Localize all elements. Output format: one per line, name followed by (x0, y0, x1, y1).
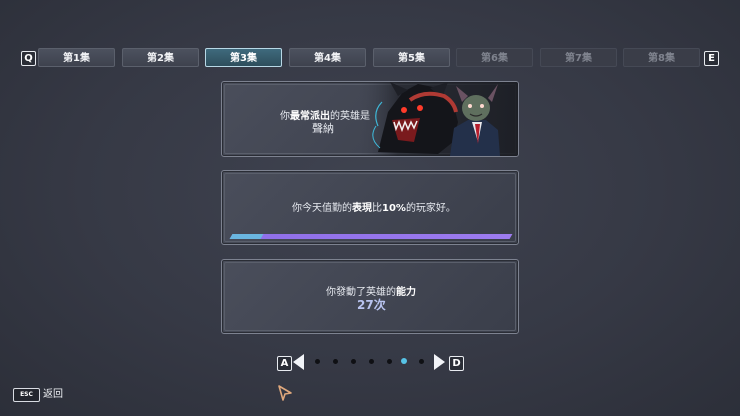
hero-portrait-image (358, 82, 518, 156)
back-label: 返回 (43, 389, 63, 400)
prev-page-key[interactable]: A (277, 356, 292, 371)
hero-name: 聲納 (312, 122, 334, 135)
ability-usage-card: 你發動了英雄的能力 27次 (221, 259, 519, 334)
tab-episode-7[interactable]: 第7集 (540, 48, 617, 67)
ability-usage-count: 27次 (357, 298, 386, 312)
prev-episode-key[interactable]: Q (21, 51, 36, 66)
prev-page-arrow-icon[interactable] (293, 354, 305, 370)
page-indicator (310, 358, 430, 366)
tab-episode-6[interactable]: 第6集 (456, 48, 533, 67)
page-dot-5[interactable] (387, 359, 392, 364)
tab-episode-5[interactable]: 第5集 (373, 48, 450, 67)
next-episode-key[interactable]: E (704, 51, 719, 66)
tab-episode-8[interactable]: 第8集 (623, 48, 700, 67)
tab-episode-4[interactable]: 第4集 (289, 48, 366, 67)
esc-key-icon: ESC (13, 388, 40, 402)
tab-episode-2[interactable]: 第2集 (122, 48, 199, 67)
next-page-key[interactable]: D (449, 356, 464, 371)
performance-progress-bar (229, 234, 513, 239)
page-dot-7[interactable] (419, 359, 424, 364)
next-page-arrow-icon[interactable] (433, 354, 445, 370)
page-dot-3[interactable] (351, 359, 356, 364)
performance-progress-fill (229, 234, 513, 239)
page-dot-1[interactable] (315, 359, 320, 364)
most-deployed-hero-card: 你最常派出的英雄是 聲納 (221, 81, 519, 157)
page-dot-6[interactable] (401, 358, 407, 364)
cursor-icon (278, 385, 292, 401)
page-dot-4[interactable] (369, 359, 374, 364)
page-dot-2[interactable] (333, 359, 338, 364)
performance-text: 你今天值勤的表現比10%的玩家好。 (292, 203, 456, 214)
tab-episode-1[interactable]: 第1集 (38, 48, 115, 67)
performance-card: 你今天值勤的表現比10%的玩家好。 (221, 170, 519, 245)
tab-episode-3[interactable]: 第3集 (205, 48, 282, 67)
